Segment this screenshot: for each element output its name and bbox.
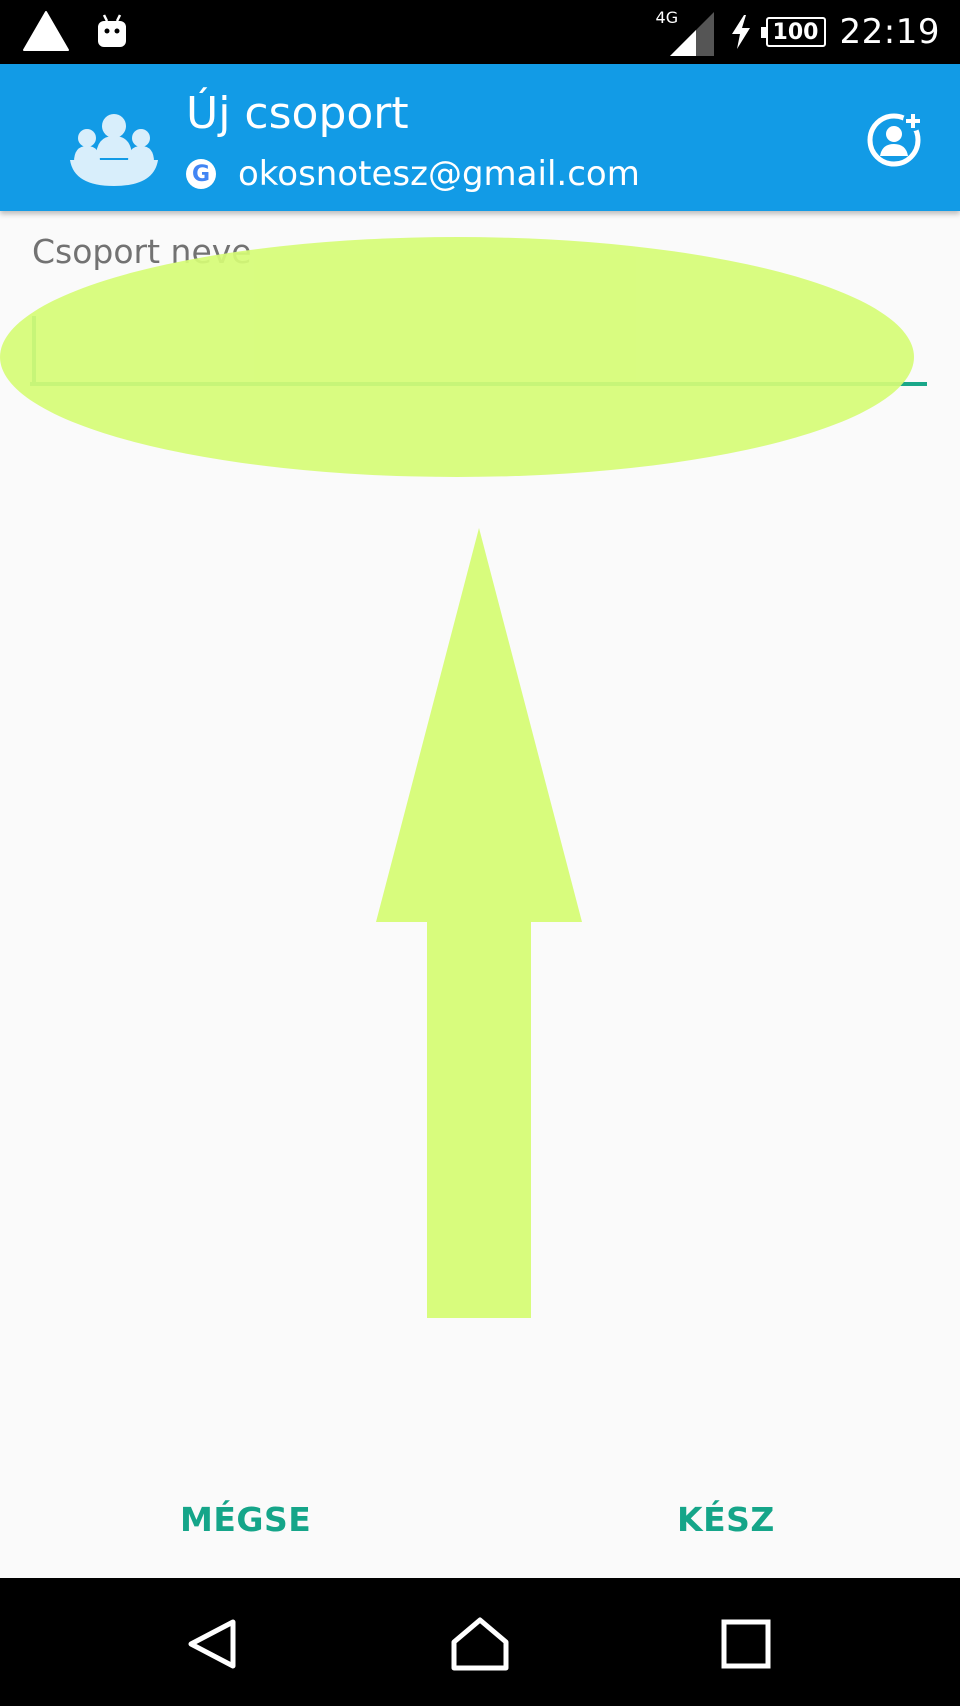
highlight-ellipse — [0, 237, 914, 477]
group-icon — [70, 114, 158, 186]
battery-icon: 100 — [760, 17, 826, 47]
charging-bolt-icon — [731, 15, 750, 49]
home-icon[interactable] — [450, 1616, 510, 1672]
battery-level: 100 — [772, 19, 819, 45]
clock: 22:19 — [839, 12, 940, 52]
status-bar-right: 4G 100 22:19 — [656, 6, 940, 58]
done-button[interactable]: KÉSZ — [657, 1490, 795, 1549]
android-icon — [98, 14, 126, 47]
status-bar: 4G 100 22:19 — [0, 0, 960, 64]
cancel-button[interactable]: MÉGSE — [160, 1490, 331, 1549]
status-bar-left — [22, 10, 128, 52]
signal-indicator: 4G — [656, 8, 716, 56]
account-row: G okosnotesz@gmail.com — [186, 154, 640, 194]
up-arrow-annotation — [376, 528, 582, 1318]
back-icon[interactable] — [183, 1616, 243, 1672]
recents-icon[interactable] — [716, 1616, 776, 1672]
google-icon: G — [186, 159, 216, 189]
navigation-bar — [0, 1578, 960, 1706]
signal-icon — [669, 12, 714, 56]
page-title: Új csoport — [186, 88, 409, 139]
app-bar: Új csoport G okosnotesz@gmail.com — [0, 64, 960, 211]
add-member-icon[interactable] — [866, 108, 926, 168]
account-email: okosnotesz@gmail.com — [238, 154, 640, 194]
warning-triangle-icon — [23, 11, 69, 51]
